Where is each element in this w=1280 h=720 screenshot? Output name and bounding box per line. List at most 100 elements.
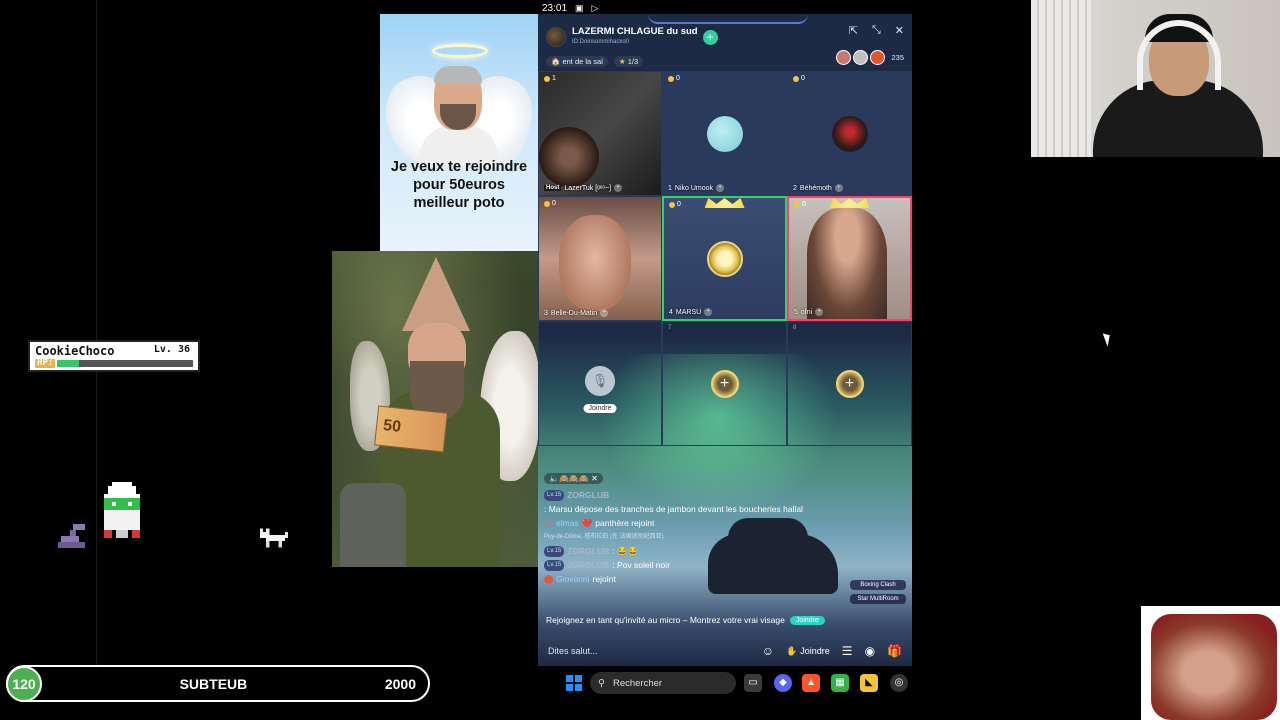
chat-input[interactable]: Dites salut...	[548, 646, 750, 656]
taskbar-search[interactable]: ⚲ Rechercher	[590, 672, 736, 694]
user-avatar-icon	[544, 519, 553, 528]
level-badge: Lv.15	[544, 560, 565, 571]
coin-icon	[544, 200, 550, 207]
viewer-avatar	[870, 50, 886, 65]
seat-number: 7	[668, 325, 672, 331]
chat-text: rejoint	[592, 574, 616, 584]
boxing-clash-badge[interactable]: Boxing Clash	[850, 580, 906, 590]
join-seat-button[interactable]: Joindre	[583, 404, 617, 413]
game-icon[interactable]: ◉	[865, 644, 875, 658]
join-label: Joindre	[800, 646, 830, 656]
multiroom-badge[interactable]: Star MultiRoom	[850, 594, 906, 604]
room-id: ID:Doinsommihacko0	[572, 39, 630, 45]
crown-icon	[829, 198, 870, 208]
bottom-input-bar: Dites salut... ☺ ✋ Joindre ☰ ◉ 🎁	[538, 636, 912, 666]
search-icon: ⚲	[598, 677, 605, 689]
sub-goal-bar: 120 SUBTEUB 2000	[6, 665, 430, 702]
window-blinds	[1031, 0, 1091, 157]
seat-4[interactable]: 0 4 MARSU +	[662, 196, 787, 321]
invite-join-button[interactable]: Joindre	[789, 615, 825, 625]
invite-text: Rejoignez en tant qu'invité au micro – M…	[546, 615, 785, 625]
minimize-icon[interactable]: ⤡	[872, 24, 881, 37]
microphone-icon[interactable]: 🎙	[585, 365, 615, 396]
star-icon: ★	[618, 56, 626, 66]
add-seat-icon[interactable]: +	[710, 369, 739, 398]
close-icon[interactable]: ✕	[591, 474, 598, 483]
add-icon[interactable]: +	[600, 309, 609, 317]
add-icon[interactable]: +	[614, 184, 623, 192]
coin-icon	[668, 75, 674, 82]
add-icon[interactable]: +	[834, 184, 843, 192]
elf-hat	[402, 257, 470, 331]
app-icon[interactable]: ◣	[860, 674, 878, 692]
seat-name: Béhémoth	[799, 184, 832, 192]
chat-user[interactable]: ZORGLUB	[567, 546, 609, 557]
header-actions: ⇱ ⤡ ✕	[849, 24, 904, 37]
seat-label: 5 ofni +	[794, 308, 824, 316]
ghost-sprite-icon	[104, 482, 140, 538]
obs-icon[interactable]: ◎	[890, 674, 908, 692]
host-tag: Host	[544, 185, 562, 191]
announcement-text: ent de la sal	[562, 56, 603, 66]
chat-message: Lv.15 ZORGLUB : Marsu dépose des tranche…	[544, 490, 844, 515]
location-text: Puy-de-Dôme, 塔布拉伯 (在 法国迷别纪西亚)	[544, 534, 664, 540]
task-view-icon[interactable]: ▭	[744, 674, 762, 692]
reaction-icons: 🔈🙈🙈🙈	[549, 474, 589, 483]
windows-start-icon[interactable]	[566, 675, 582, 691]
notification-icon: ▣	[575, 2, 584, 13]
seat-5[interactable]: 0 5 ofni +	[787, 196, 912, 321]
reaction-bar[interactable]: 🔈🙈🙈🙈 ✕	[544, 473, 603, 484]
status-time: 23:01	[542, 2, 568, 14]
level-badge: Lv.15	[544, 546, 565, 557]
seat-6[interactable]: 🎙 Joindre	[538, 321, 662, 446]
chat-user[interactable]: ZORGLUB	[567, 490, 609, 501]
chat-user[interactable]: elmas	[556, 518, 579, 529]
user-avatar	[706, 115, 743, 152]
room-announcement[interactable]: 🏠 ent de la sal	[546, 55, 608, 67]
cap	[434, 66, 482, 84]
gift-icon[interactable]: 🎁	[887, 644, 902, 658]
seat-host[interactable]: 1 Host LazerTuk [ᵍᵉᵒ~] +	[538, 71, 662, 196]
add-icon[interactable]: +	[704, 308, 713, 316]
seat-coins: 0	[544, 200, 556, 207]
seat-number: 1	[668, 184, 672, 192]
follow-button[interactable]: +	[702, 29, 718, 45]
viewer-count: 235	[891, 53, 904, 62]
coin-count: 0	[676, 75, 680, 82]
video-feed	[807, 208, 887, 319]
coin-count: 0	[677, 201, 681, 208]
chat-user[interactable]: Giovanni	[556, 574, 590, 585]
discord-icon[interactable]: ◆	[774, 674, 792, 692]
viewer-list[interactable]: 235	[836, 50, 904, 65]
coin-count: 1	[552, 75, 556, 82]
emoji-icon[interactable]: ☺	[762, 644, 774, 658]
chat-message: Lv.15 ZORGLUB : 😂😂	[544, 546, 844, 557]
share-icon[interactable]: ⇱	[849, 24, 858, 37]
chat-feed: Lv.15 ZORGLUB : Marsu dépose des tranche…	[544, 490, 844, 588]
menu-icon[interactable]: ☰	[842, 644, 853, 658]
seat-8[interactable]: 8 +	[787, 321, 912, 446]
seat-coins: 0	[793, 75, 805, 82]
spreadsheet-icon[interactable]: ▦	[831, 674, 849, 692]
meme-elf-image: 50	[332, 251, 542, 567]
hp-label: HP:	[35, 358, 56, 368]
seat-7[interactable]: 7 +	[662, 321, 787, 446]
seat-1[interactable]: 0 1 Niko Umook +	[662, 71, 787, 196]
join-mic-button[interactable]: ✋ Joindre	[786, 646, 830, 657]
player-level: Lv. 36	[153, 344, 190, 355]
room-rank[interactable]: ★ 1/3	[613, 55, 644, 67]
add-icon[interactable]: +	[815, 308, 824, 316]
add-seat-icon[interactable]: +	[835, 369, 864, 398]
divider	[96, 0, 97, 665]
add-icon[interactable]: +	[716, 184, 725, 192]
brave-browser-icon[interactable]: ▲	[802, 674, 820, 692]
room-title-block[interactable]: LAZERMI CHLAGUE du sud ID:Doinsommihacko…	[572, 26, 698, 48]
crown-icon	[704, 198, 745, 208]
seat-3[interactable]: 0 3 Belle-Du-Matin +	[538, 196, 662, 321]
close-icon[interactable]: ✕	[895, 24, 904, 37]
room-avatar[interactable]	[546, 27, 566, 47]
chat-user[interactable]: ZORGLUB	[567, 560, 609, 571]
seat-name: Belle-Du-Matin	[550, 309, 598, 317]
play-icon: ▷	[591, 2, 599, 13]
seat-2[interactable]: 0 2 Béhémoth +	[787, 71, 912, 196]
